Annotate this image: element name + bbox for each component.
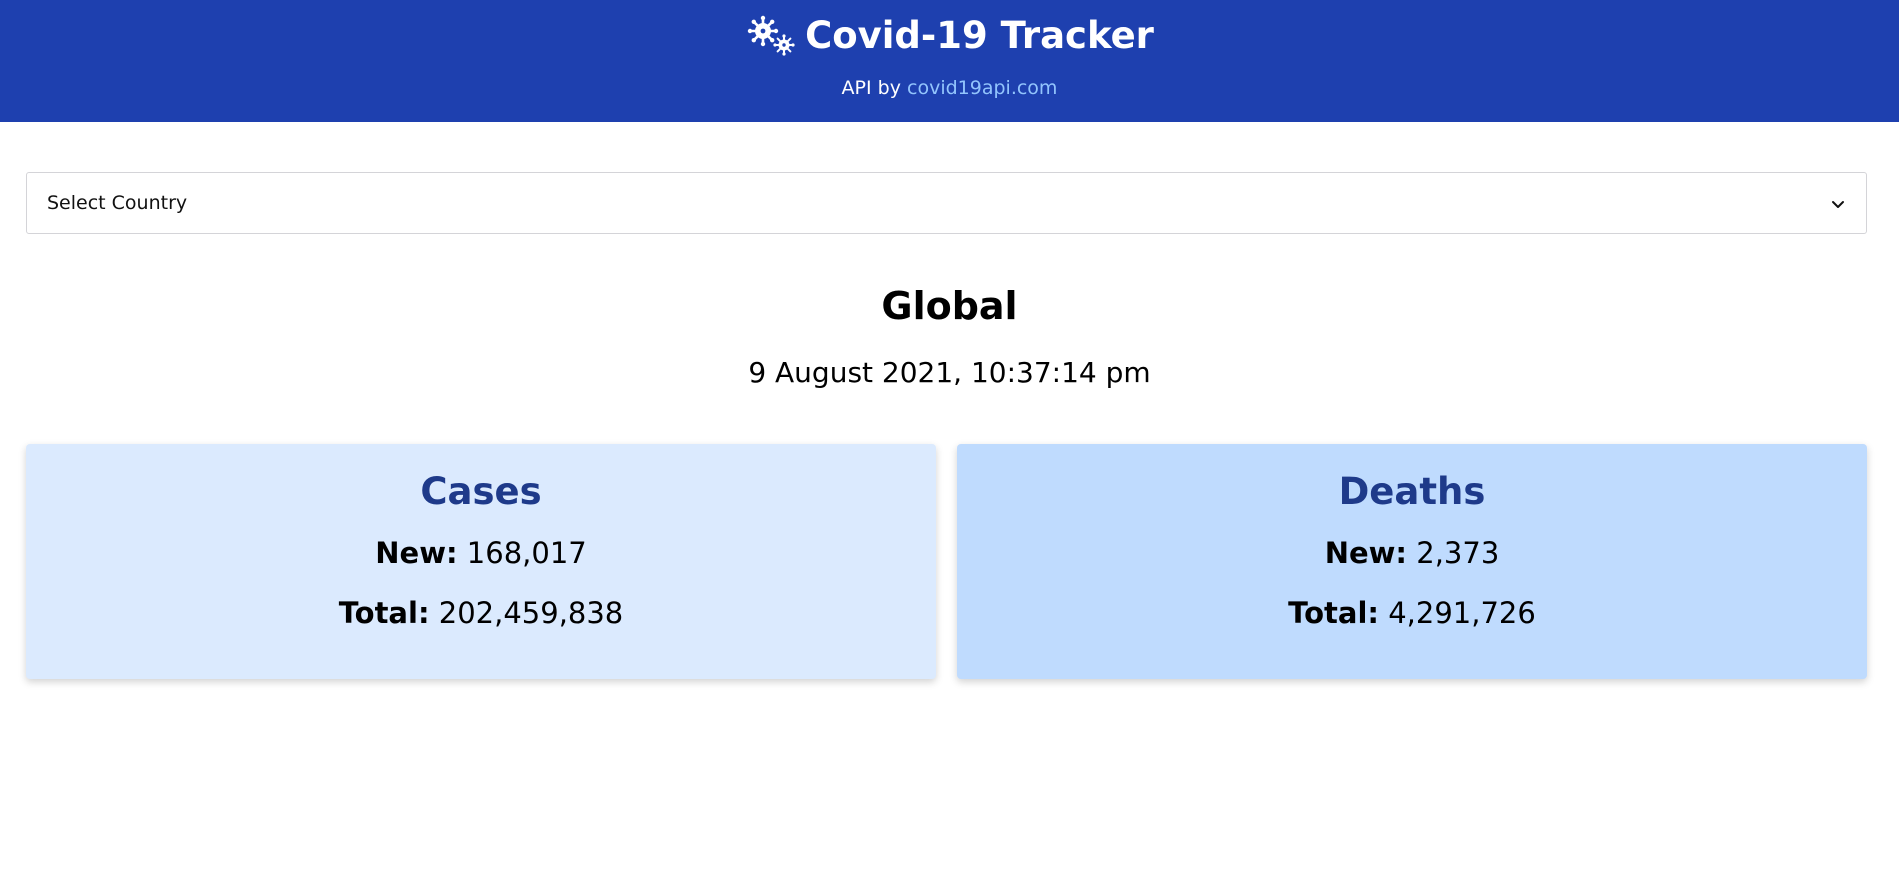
chevron-down-icon xyxy=(1830,195,1846,211)
cases-card-title: Cases xyxy=(420,470,542,513)
api-source-link[interactable]: covid19api.com xyxy=(907,77,1057,99)
app-title: Covid-19 Tracker xyxy=(805,14,1154,57)
deaths-new-value: 2,373 xyxy=(1416,536,1500,570)
cases-card: Cases New: 168,017 Total: 202,459,838 xyxy=(26,444,936,679)
cases-new-value: 168,017 xyxy=(466,536,587,570)
cases-total-label: Total: xyxy=(338,596,430,630)
deaths-new-stat: New: 2,373 xyxy=(957,535,1867,571)
deaths-total-value: 4,291,726 xyxy=(1388,596,1536,630)
cases-new-label: New: xyxy=(375,536,458,570)
deaths-card-title: Deaths xyxy=(1338,470,1486,513)
last-updated-timestamp: 9 August 2021, 10:37:14 pm xyxy=(748,356,1151,389)
cases-total-value: 202,459,838 xyxy=(438,596,624,630)
api-credit-prefix: API by xyxy=(841,77,901,99)
deaths-total-label: Total: xyxy=(1288,596,1379,630)
deaths-card: Deaths New: 2,373 Total: 4,291,726 xyxy=(957,444,1867,679)
stats-cards: Cases New: 168,017 Total: 202,459,838 De… xyxy=(26,444,1867,679)
country-select-wrapper: Select Country xyxy=(26,172,1867,234)
deaths-total-stat: Total: 4,291,726 xyxy=(957,595,1867,631)
cases-new-stat: New: 168,017 xyxy=(26,535,936,571)
cases-total-stat: Total: 202,459,838 xyxy=(26,595,936,631)
virus-icon xyxy=(745,15,797,57)
country-select-value: Select Country xyxy=(47,192,188,214)
api-credit: API by covid19api.com xyxy=(0,76,1899,100)
deaths-new-label: New: xyxy=(1324,536,1408,570)
region-title: Global xyxy=(881,284,1018,328)
header-title-row: Covid-19 Tracker xyxy=(0,14,1899,58)
country-select[interactable]: Select Country xyxy=(26,172,1867,234)
app-header: Covid-19 Tracker API by covid19api.com xyxy=(0,0,1899,122)
